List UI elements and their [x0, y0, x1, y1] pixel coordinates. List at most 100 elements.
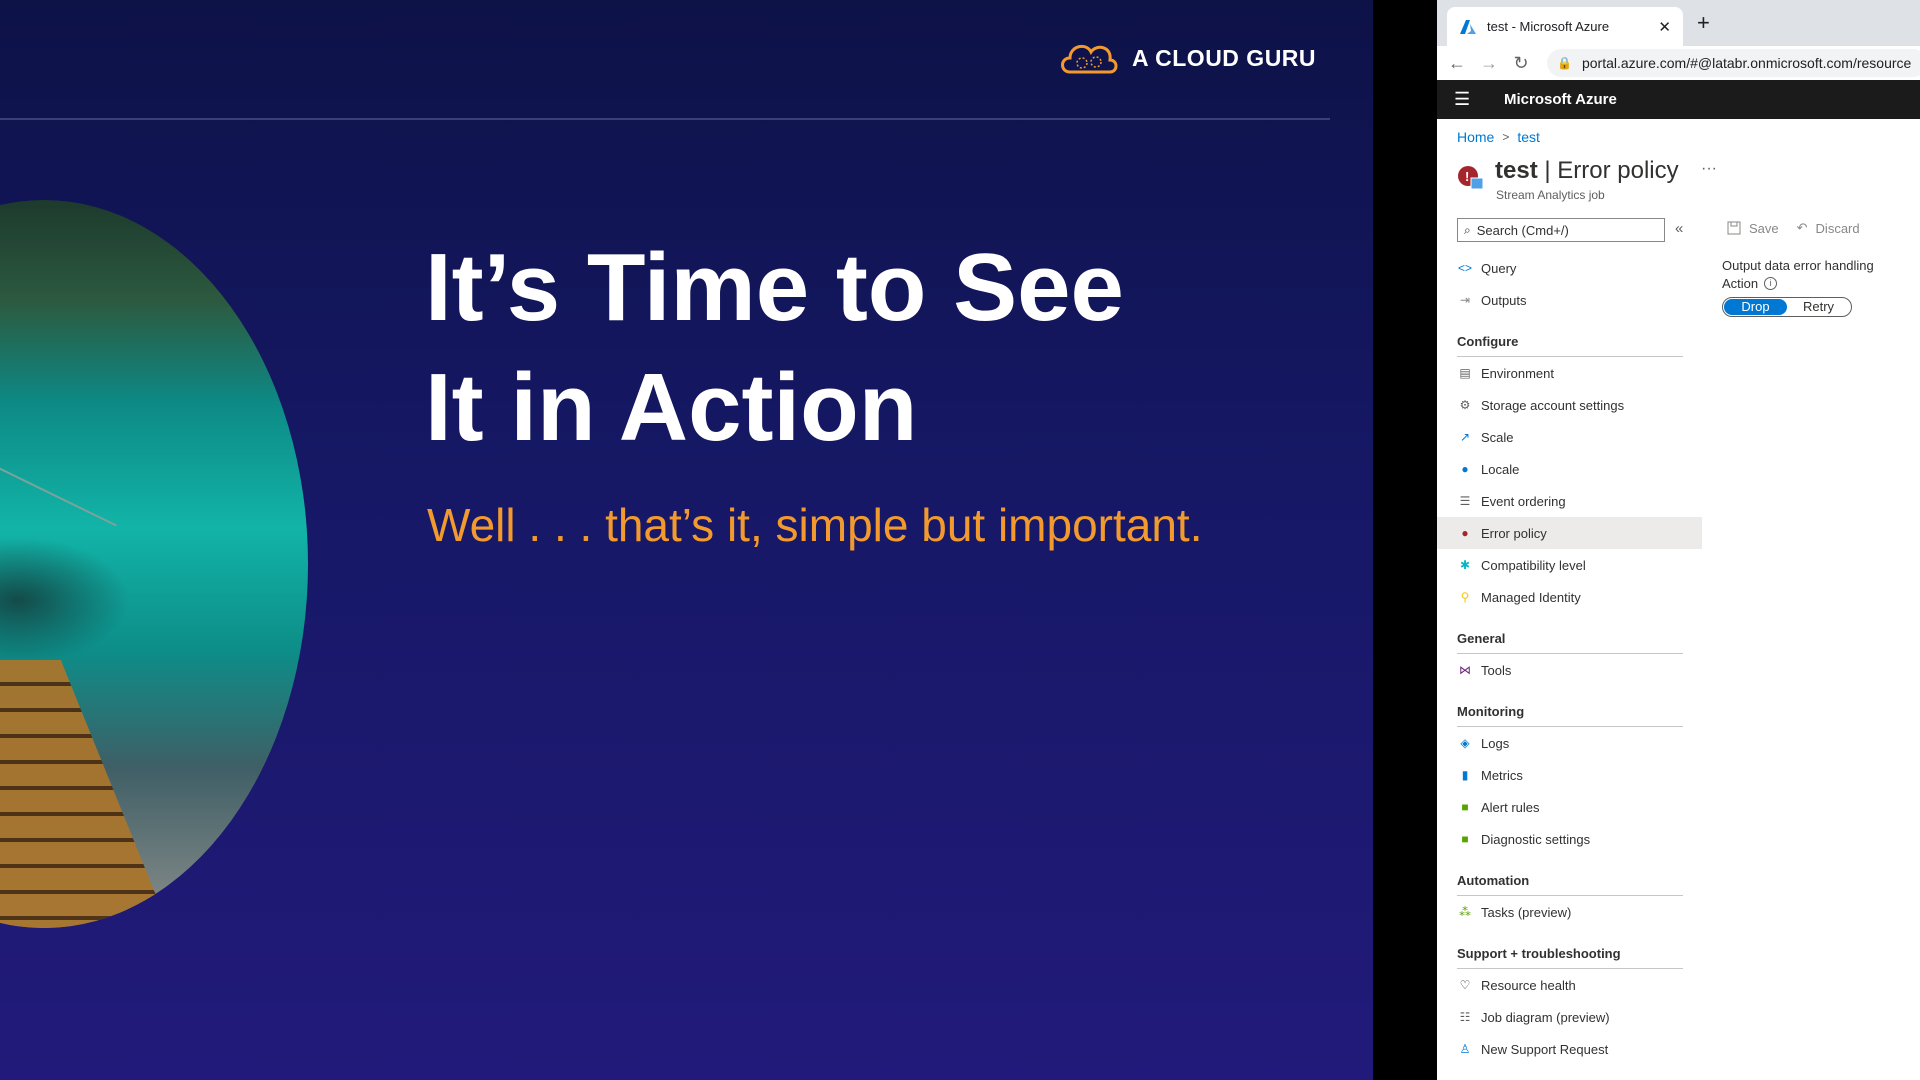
- sidebar-item-query[interactable]: <> Query: [1437, 252, 1702, 284]
- breadcrumb-home[interactable]: Home: [1457, 129, 1494, 145]
- tab-title: test - Microsoft Azure: [1487, 19, 1610, 34]
- sidebar-item-label: Outputs: [1481, 292, 1527, 308]
- sidebar-item-managed-identity[interactable]: ⚲ Managed Identity: [1437, 581, 1702, 613]
- sidebar-item-compatibility-level[interactable]: ✱ Compatibility level: [1437, 549, 1702, 581]
- sidebar-item-resource-health[interactable]: ♡ Resource health: [1437, 969, 1702, 1001]
- headline-line-1: It’s Time to See: [425, 234, 1124, 341]
- url-input[interactable]: 🔒 portal.azure.com/#@latabr.onmicrosoft.…: [1547, 49, 1920, 77]
- browser-tab[interactable]: test - Microsoft Azure ✕: [1447, 7, 1683, 46]
- back-icon[interactable]: ←: [1445, 53, 1469, 74]
- metrics-icon: ▮: [1461, 768, 1469, 782]
- lagoon-dock-photo: [0, 200, 308, 928]
- breadcrumb: Home > test: [1457, 129, 1540, 145]
- screen-gap: [1373, 0, 1437, 1080]
- action-label-row: Action i: [1722, 276, 1874, 291]
- stream-analytics-error-icon: !: [1458, 166, 1484, 190]
- sidebar-item-environment[interactable]: ▤ Environment: [1437, 357, 1702, 389]
- sidebar-item-logs[interactable]: ◈ Logs: [1437, 727, 1702, 759]
- page-name: Error policy: [1557, 157, 1679, 184]
- sidebar-item-job-diagram-preview[interactable]: ☷ Job diagram (preview): [1437, 1001, 1702, 1033]
- sidebar-item-alert-rules[interactable]: ■ Alert rules: [1437, 791, 1702, 823]
- resource-name: test: [1495, 157, 1538, 184]
- sidebar-item-storage-account-settings[interactable]: ⚙ Storage account settings: [1437, 389, 1702, 421]
- sidebar-item-label: Metrics: [1481, 767, 1523, 783]
- sidebar-item-label: Error policy: [1481, 525, 1547, 541]
- section-title: Support + troubleshooting: [1457, 946, 1683, 969]
- sidebar-item-diagnostic-settings[interactable]: ■ Diagnostic settings: [1437, 823, 1702, 855]
- wooden-dock: [0, 660, 170, 928]
- search-icon: ⌕: [1464, 222, 1471, 237]
- sidebar-item-tools[interactable]: ⋈ Tools: [1437, 654, 1702, 686]
- section-title: General: [1457, 631, 1683, 654]
- svg-text:!: !: [1465, 169, 1469, 184]
- slide-subtitle: Well . . . that’s it, simple but importa…: [427, 499, 1203, 551]
- logs-icon: ◈: [1460, 736, 1470, 750]
- event-ordering-icon: ☰: [1459, 494, 1471, 508]
- outputs-icon: ⇥: [1459, 293, 1471, 307]
- diagram-icon: ☷: [1459, 1010, 1471, 1024]
- rope-line: [0, 380, 118, 527]
- title-separator: |: [1537, 157, 1558, 184]
- logo-text: A CLOUD GURU: [1132, 44, 1317, 71]
- sidebar-item-scale[interactable]: ↗ Scale: [1437, 421, 1702, 453]
- close-tab-icon[interactable]: ✕: [1658, 18, 1671, 36]
- discard-button[interactable]: ↶ Discard: [1797, 220, 1860, 236]
- menu-search-input[interactable]: ⌕ Search (Cmd+/): [1457, 218, 1665, 242]
- sidebar-item-label: Managed Identity: [1481, 589, 1581, 605]
- menu-section-general: General: [1437, 613, 1702, 654]
- gear-icon: ⚙: [1459, 398, 1471, 412]
- sidebar-item-label: Compatibility level: [1481, 557, 1586, 573]
- resource-menu: <> Query ⇥ Outputs Configure ▤ Environment ⚙ Sto…: [1437, 252, 1702, 1065]
- sidebar-item-outputs[interactable]: ⇥ Outputs: [1437, 284, 1702, 316]
- new-tab-button[interactable]: +: [1697, 10, 1710, 36]
- command-bar: Save ↶ Discard: [1727, 220, 1860, 236]
- reload-icon[interactable]: ↻: [1509, 53, 1533, 74]
- section-title: Monitoring: [1457, 704, 1683, 727]
- sidebar-item-label: Resource health: [1481, 977, 1576, 993]
- sidebar-item-locale[interactable]: ● Locale: [1437, 453, 1702, 485]
- browser-window: test - Microsoft Azure ✕ + ← → ↻ 🔒 porta…: [1437, 0, 1920, 1080]
- discard-icon: ↶: [1796, 220, 1808, 235]
- support-icon: ♙: [1459, 1042, 1471, 1056]
- error-policy-icon: ●: [1461, 526, 1469, 540]
- sidebar-item-new-support-request[interactable]: ♙ New Support Request: [1437, 1033, 1702, 1065]
- info-icon[interactable]: i: [1764, 277, 1778, 290]
- azure-brand[interactable]: Microsoft Azure: [1504, 91, 1617, 108]
- forward-icon[interactable]: →: [1477, 53, 1501, 74]
- menu-section-support: Support + troubleshooting: [1437, 928, 1702, 969]
- search-placeholder: Search (Cmd+/): [1476, 222, 1569, 238]
- more-options-icon[interactable]: ···: [1701, 160, 1717, 178]
- option-drop[interactable]: Drop: [1724, 299, 1787, 315]
- sidebar-item-label: Tasks (preview): [1481, 904, 1572, 920]
- sidebar-item-label: New Support Request: [1481, 1041, 1609, 1057]
- sidebar-item-label: Job diagram (preview): [1481, 1009, 1610, 1025]
- action-label: Action: [1722, 276, 1759, 291]
- sidebar-item-label: Storage account settings: [1481, 397, 1625, 413]
- environment-icon: ▤: [1459, 366, 1471, 380]
- menu-section-monitoring: Monitoring: [1437, 686, 1702, 727]
- azure-header: ☰ Microsoft Azure: [1437, 80, 1920, 119]
- sidebar-item-label: Scale: [1481, 429, 1514, 445]
- error-policy-form: Output data error handling Action i Drop…: [1722, 258, 1874, 317]
- compatibility-icon: ✱: [1459, 558, 1471, 572]
- sidebar-item-tasks-preview[interactable]: ⁂ Tasks (preview): [1437, 896, 1702, 928]
- slide-headline: It’s Time to See It in Action: [425, 228, 1325, 468]
- code-icon: <>: [1457, 261, 1472, 275]
- save-button[interactable]: Save: [1727, 220, 1779, 236]
- option-retry[interactable]: Retry: [1787, 299, 1850, 315]
- sidebar-item-label: Diagnostic settings: [1481, 831, 1591, 847]
- globe-icon: ●: [1461, 462, 1469, 476]
- sidebar-item-error-policy[interactable]: ● Error policy: [1437, 517, 1702, 549]
- chevron-right-icon: >: [1502, 130, 1510, 144]
- sidebar-item-metrics[interactable]: ▮ Metrics: [1437, 759, 1702, 791]
- cloud-guru-logo: A CLOUD GURU: [1058, 38, 1316, 78]
- breadcrumb-test[interactable]: test: [1517, 129, 1540, 145]
- hamburger-menu-icon[interactable]: ☰: [1454, 89, 1474, 110]
- sidebar-item-label: Environment: [1481, 365, 1554, 381]
- key-icon: ⚲: [1460, 590, 1470, 604]
- section-title: Automation: [1457, 873, 1683, 896]
- collapse-menu-icon[interactable]: «: [1675, 220, 1683, 237]
- sidebar-item-event-ordering[interactable]: ☰ Event ordering: [1437, 485, 1702, 517]
- menu-section-automation: Automation: [1437, 855, 1702, 896]
- scale-icon: ↗: [1459, 430, 1471, 444]
